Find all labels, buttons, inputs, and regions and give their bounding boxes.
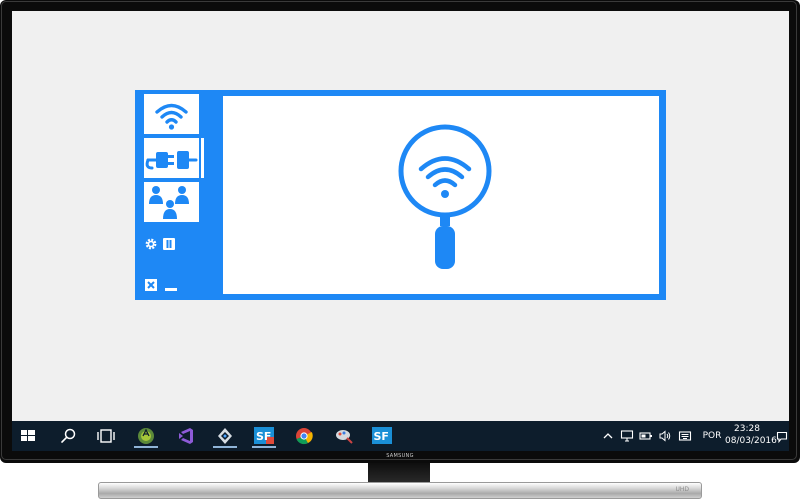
active-tile-indicator bbox=[201, 138, 204, 178]
notification-icon bbox=[776, 431, 788, 444]
search-icon bbox=[61, 428, 76, 443]
clock[interactable]: 23:28 08/03/2016 bbox=[725, 423, 777, 447]
close-icon bbox=[145, 279, 157, 291]
taskbar: SF SF POR 23:28 08/03/2016 bbox=[12, 421, 789, 451]
task-view-button[interactable] bbox=[90, 424, 122, 448]
minimize-button[interactable] bbox=[164, 278, 178, 292]
action-center-button[interactable] bbox=[776, 429, 788, 444]
volume-icon bbox=[659, 430, 671, 442]
close-button[interactable] bbox=[144, 278, 158, 292]
settings-button[interactable] bbox=[144, 237, 158, 251]
sf-blue-app-icon: SF bbox=[372, 427, 392, 444]
taskbar-app-chrome[interactable] bbox=[288, 424, 320, 448]
wifi-icon bbox=[155, 103, 188, 130]
chrome-icon bbox=[296, 428, 313, 445]
show-hidden-icons-button[interactable] bbox=[601, 429, 615, 443]
plug-icon bbox=[145, 151, 198, 170]
network-icon bbox=[620, 430, 634, 442]
wifi-app-window bbox=[135, 90, 666, 300]
sf-red-app-icon: SF bbox=[254, 427, 274, 444]
android-studio-icon bbox=[138, 428, 154, 444]
running-indicator bbox=[134, 446, 158, 448]
monitor-frame: SF SF POR 23:28 08/03/2016 SAMSUNG bbox=[0, 0, 800, 463]
taskbar-app-unity[interactable] bbox=[209, 424, 241, 448]
paint-app-icon bbox=[336, 430, 353, 444]
svg-text:SF: SF bbox=[256, 430, 271, 443]
tray-keyboard[interactable] bbox=[678, 429, 692, 443]
keyboard-icon bbox=[678, 431, 692, 441]
unity-icon bbox=[218, 428, 232, 444]
tray-battery[interactable] bbox=[639, 429, 653, 443]
battery-icon bbox=[639, 432, 652, 440]
start-icon bbox=[21, 430, 35, 441]
taskbar-app-paint[interactable] bbox=[328, 424, 360, 448]
info-icon bbox=[163, 238, 175, 250]
taskbar-search-button[interactable] bbox=[52, 424, 84, 448]
taskbar-app-visual-studio[interactable] bbox=[170, 424, 202, 448]
visual-studio-icon bbox=[179, 428, 193, 444]
svg-text:SF: SF bbox=[374, 430, 389, 443]
start-button[interactable] bbox=[12, 424, 44, 448]
sidebar-tile-users[interactable] bbox=[144, 182, 199, 222]
stand-logo: UHD bbox=[675, 486, 689, 493]
running-indicator bbox=[252, 446, 276, 448]
desktop-screen: SF SF POR 23:28 08/03/2016 bbox=[12, 11, 789, 451]
tray-network[interactable] bbox=[620, 429, 634, 443]
clock-date: 08/03/2016 bbox=[725, 436, 777, 446]
taskbar-app-sf-blue[interactable]: SF bbox=[366, 424, 398, 448]
gear-icon bbox=[145, 238, 157, 250]
sidebar-tile-connection[interactable] bbox=[144, 138, 199, 178]
chevron-up-icon bbox=[603, 433, 613, 439]
monitor-stand: UHD bbox=[98, 482, 702, 499]
main-panel bbox=[223, 96, 659, 294]
users-icon bbox=[149, 186, 189, 219]
clock-time: 23:28 bbox=[734, 424, 760, 434]
task-view-icon bbox=[97, 429, 115, 443]
taskbar-app-android-studio[interactable] bbox=[130, 424, 162, 448]
monitor-neck bbox=[368, 463, 430, 483]
minimize-icon bbox=[165, 288, 177, 291]
tray-volume[interactable] bbox=[658, 429, 672, 443]
taskbar-app-sf-red[interactable]: SF bbox=[248, 424, 280, 448]
wifi-search-icon bbox=[398, 124, 492, 269]
running-indicator bbox=[213, 446, 237, 448]
input-language[interactable]: POR bbox=[701, 430, 723, 442]
info-button[interactable] bbox=[162, 237, 176, 251]
brand-logo: SAMSUNG bbox=[386, 453, 414, 459]
sidebar-tile-wifi[interactable] bbox=[144, 94, 199, 134]
